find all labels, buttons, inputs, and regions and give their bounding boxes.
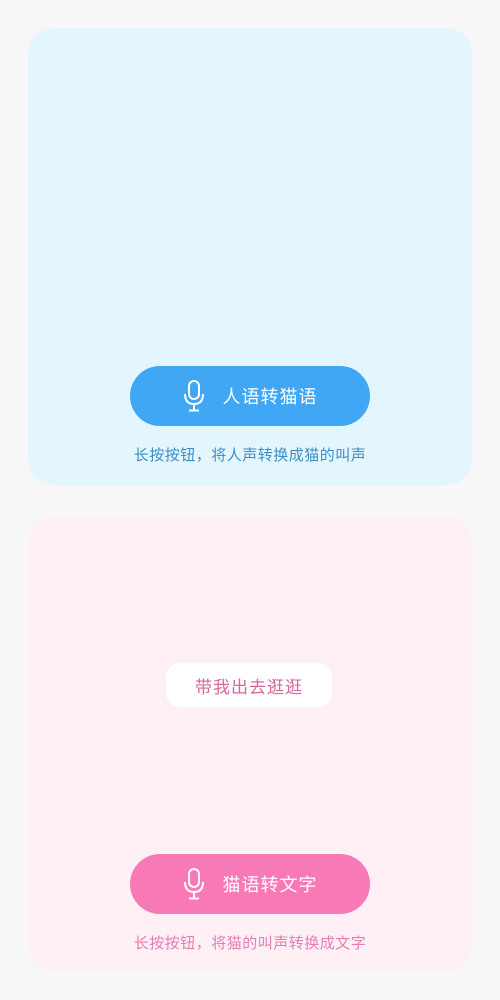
human-to-cat-button[interactable]: 人语转猫语 <box>130 366 370 426</box>
cat-to-text-card: 带我出去逛逛 猫语转文字 长按按钮，将猫的叫声转换成文字 <box>28 516 472 972</box>
cat-to-text-button[interactable]: 猫语转文字 <box>130 854 370 914</box>
translation-result-bubble: 带我出去逛逛 <box>166 663 332 707</box>
microphone-icon <box>183 868 204 900</box>
human-to-cat-hint: 长按按钮，将人声转换成猫的叫声 <box>133 446 367 464</box>
cat-to-text-hint: 长按按钮，将猫的叫声转换成文字 <box>133 934 367 952</box>
human-to-cat-button-label: 人语转猫语 <box>222 387 318 408</box>
translator-page: 人语转猫语 长按按钮，将人声转换成猫的叫声 带我出去逛逛 猫语转文字 长按按钮，… <box>0 0 500 1000</box>
cat-to-text-button-label: 猫语转文字 <box>222 875 318 896</box>
human-to-cat-card: 人语转猫语 长按按钮，将人声转换成猫的叫声 <box>28 28 472 485</box>
microphone-icon <box>183 380 204 412</box>
